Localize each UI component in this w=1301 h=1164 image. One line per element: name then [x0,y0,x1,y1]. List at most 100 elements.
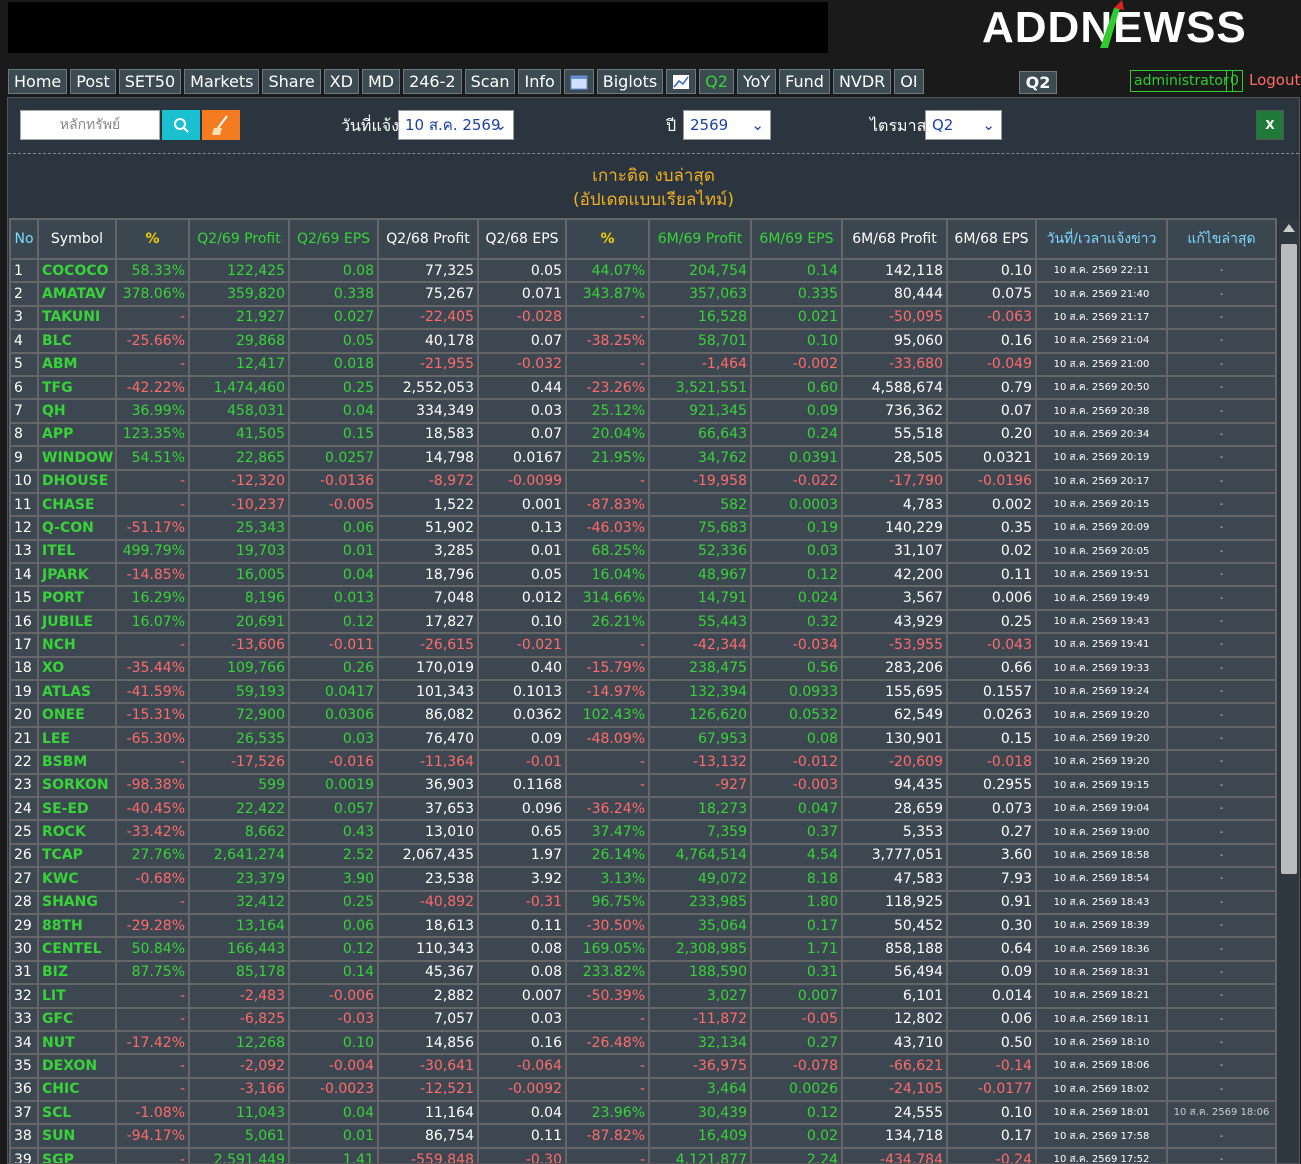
quarter-select[interactable]: Q2 ⌄ [925,110,1002,140]
value-cell: 28,659 [841,795,948,822]
vertical-scrollbar[interactable] [1279,218,1299,1163]
search-button[interactable] [162,110,200,140]
row-number: 21 [9,725,39,752]
column-header[interactable]: 6M/68 Profit [841,218,948,260]
symbol-link[interactable]: NUT [37,1029,117,1056]
nav-tab-share[interactable]: Share [262,69,321,94]
nav-tab-set50[interactable]: SET50 [118,69,182,94]
symbol-link[interactable]: SORKON [37,772,117,799]
nav-tab-fund[interactable]: Fund [779,69,830,94]
nav-tab-info[interactable]: Info [518,69,561,94]
column-header[interactable]: Q2/68 EPS [477,218,567,260]
symbol-link[interactable]: COCOCO [37,257,117,284]
column-header[interactable]: 6M/69 Profit [648,218,752,260]
symbol-link[interactable]: QH [37,398,117,424]
value-cell: 2,882 [377,983,479,1009]
scroll-up-arrow-icon[interactable] [1283,224,1295,232]
column-header[interactable]: แก้ไขล่าสุด [1166,218,1277,260]
username-badge[interactable]: administrator [1130,70,1233,92]
value-cell: 3,777,051 [841,842,948,869]
quarter-badge[interactable]: Q2 [1019,71,1057,94]
logout-link[interactable]: Logout [1249,71,1300,89]
value-cell: 17,827 [377,608,479,635]
symbol-link[interactable]: ATLAS [37,679,117,705]
symbol-link[interactable]: SE-ED [37,795,117,822]
date-select[interactable]: 10 ส.ค. 2569 ⌄ [398,110,514,140]
symbol-link[interactable]: ROCK [37,819,117,845]
scrollbar-thumb[interactable] [1281,244,1297,874]
addnewss-logo[interactable]: ADDNEWSS [982,0,1292,56]
symbol-link[interactable]: TAKUNI [37,304,117,331]
value-cell: 3,521,551 [648,374,752,401]
value-cell: 67,953 [648,725,752,752]
symbol-link[interactable]: JPARK [37,562,117,588]
column-header[interactable]: Q2/69 EPS [288,218,379,260]
symbol-link[interactable]: APP [37,421,117,448]
nav-tab-nvdr[interactable]: NVDR [832,69,892,94]
nav-tab-q2[interactable]: Q2 [699,69,734,94]
symbol-link[interactable]: NCH [37,632,117,658]
symbol-link[interactable]: Q-CON [37,515,117,541]
column-header[interactable]: % [115,218,190,260]
nav-tab-scan[interactable]: Scan [464,69,516,94]
nav-chart-icon[interactable] [666,69,697,94]
nav-tab-markets[interactable]: Markets [184,69,260,94]
symbol-link[interactable]: DHOUSE [37,468,117,494]
symbol-link[interactable]: CENTEL [37,936,117,962]
column-header[interactable]: Symbol [37,218,117,260]
symbol-link[interactable]: DEXON [37,1053,117,1079]
column-header[interactable]: 6M/69 EPS [750,218,843,260]
column-header[interactable]: วันที่/เวลาแจ้งข่าว [1035,218,1168,260]
search-input[interactable]: หลักทรัพย์ [20,110,160,140]
symbol-link[interactable]: CHASE [37,491,117,518]
table-row: 19 ATLAS -41.59% 59,193 0.0417 101,343 0.1013-… [9,679,1277,705]
column-header[interactable]: No [9,218,39,260]
column-header[interactable]: 6M/68 EPS [946,218,1037,260]
column-header[interactable]: Q2/68 Profit [377,218,479,260]
symbol-link[interactable]: LIT [37,983,117,1009]
nav-calendar-icon[interactable] [563,69,594,94]
symbol-link[interactable]: PORT [37,585,117,611]
symbol-link[interactable]: TFG [37,374,117,401]
nav-tab-xd[interactable]: XD [323,69,359,94]
symbol-link[interactable]: SHANG [37,889,117,915]
value-cell: -2,483 [188,983,290,1009]
last-edit: - [1166,281,1277,307]
symbol-link[interactable]: BIZ [37,959,117,986]
symbol-link[interactable]: WINDOW [37,445,117,471]
excel-export-button[interactable]: X [1256,110,1284,140]
symbol-link[interactable]: SCL [37,1100,117,1126]
symbol-link[interactable]: SGP [37,1146,117,1163]
symbol-link[interactable]: BSBM [37,749,117,775]
symbol-link[interactable]: ABM [37,351,117,377]
symbol-link[interactable]: LEE [37,725,117,752]
symbol-link[interactable]: AMATAV [37,281,117,307]
nav-tab-home[interactable]: Home [8,69,68,94]
nav-tab-yoy[interactable]: YoY [736,69,777,94]
nav-tab-246-2[interactable]: 246-2 [403,69,462,94]
value-cell: 599 [188,772,290,799]
symbol-link[interactable]: TCAP [37,842,117,869]
symbol-link[interactable]: ONEE [37,702,117,728]
year-select[interactable]: 2569 ⌄ [683,110,771,140]
symbol-link[interactable]: ITEL [37,538,117,565]
clear-button[interactable] [202,110,240,140]
notification-count[interactable]: 0 [1226,70,1243,92]
nav-tab-biglots[interactable]: Biglots [596,69,664,94]
nav-tab-post[interactable]: Post [70,69,116,94]
symbol-link[interactable]: SUN [37,1123,117,1149]
last-edit: - [1166,351,1277,377]
nav-tab-oi[interactable]: OI [894,69,924,94]
column-header[interactable]: % [565,218,650,260]
symbol-link[interactable]: XO [37,655,117,682]
value-cell: -0.022 [750,468,843,494]
symbol-link[interactable]: BLC [37,328,117,354]
symbol-link[interactable]: KWC [37,866,117,892]
symbol-link[interactable]: CHIC [37,1076,117,1103]
symbol-link[interactable]: 88TH [37,912,117,939]
nav-tab-md[interactable]: MD [361,69,401,94]
symbol-link[interactable]: GFC [37,1006,117,1032]
column-header[interactable]: Q2/69 Profit [188,218,290,260]
symbol-link[interactable]: JUBILE [37,608,117,635]
value-cell: 0.335 [750,281,843,307]
